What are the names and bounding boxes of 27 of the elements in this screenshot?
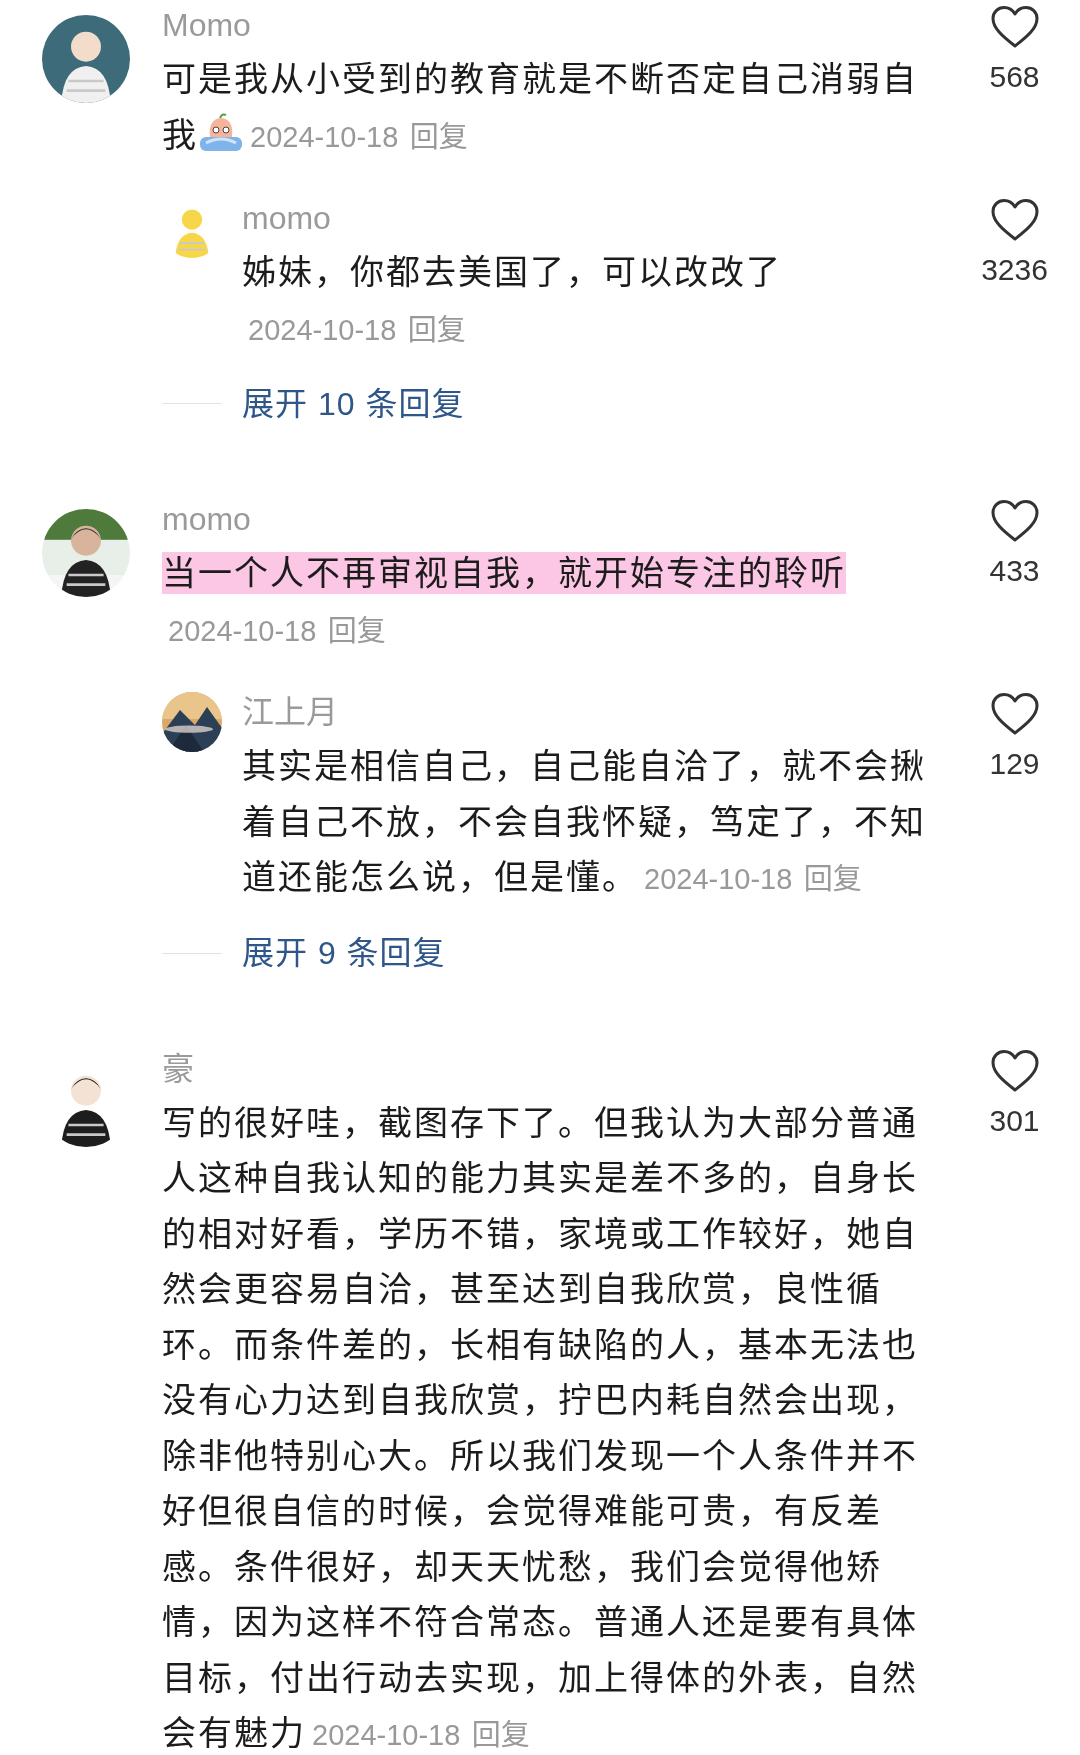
like-count: 433	[989, 553, 1040, 589]
expand-replies-link[interactable]: 展开 9 条回复	[242, 929, 446, 977]
username[interactable]: Momo	[162, 5, 251, 45]
like-count: 301	[989, 1102, 1040, 1139]
comment-text: 姊妹，你都去美国了，可以改改了 2024-10-18 回复	[242, 252, 783, 348]
heart-icon[interactable]	[989, 5, 1040, 49]
comment-text: 写的很好哇，截图存下了。但我认为大部分普通人这种自我认知的能力其实是差不多的，自身长的相对好看，学历不错，家境或工作较好，她自然会更容易自洽，甚至达到自我欣赏，良性循环。而条件差的，长相有缺陷的人，基本无法也没有心力达到自我欣赏，拧巴内耗自然会出现，除非他特别心大。所以我们发现一个人条件并不好但很自信的时候，会觉得难能可贵，有反差感。条件很好，却天天忧愁，我们会觉得他矫情，因为这样不符合常态。普通人还是要有具体目标，付出行动去实现，加上得体的外表，自然会有魅力 2024-10-18 回复	[162, 1102, 919, 1754]
comment-text: 其实是相信自己，自己能自洽了，就不会揪着自己不放，不会自我怀疑，笃定了，不知道还能怎么说，但是懂。 2024-10-18 回复	[242, 746, 927, 898]
username[interactable]: 江上月	[242, 692, 338, 732]
heart-icon[interactable]	[989, 198, 1040, 242]
comment-text: 可是我从小受到的教育就是不断否定自己消弱自我 2024-10-18 回复	[162, 59, 919, 156]
like-count: 568	[989, 59, 1040, 95]
like-count: 129	[989, 746, 1040, 782]
heart-icon[interactable]	[989, 499, 1040, 543]
reply-link[interactable]: 回复	[409, 120, 468, 153]
username[interactable]: 豪	[162, 1048, 194, 1089]
heart-icon[interactable]	[989, 1048, 1040, 1093]
expand-replies-link[interactable]: 展开 10 条回复	[242, 379, 465, 428]
reply-link[interactable]: 回复	[471, 1719, 530, 1751]
reply-link[interactable]: 回复	[327, 614, 386, 647]
heart-icon[interactable]	[989, 692, 1040, 736]
comment-text: 当一个人不再审视自我，就开始专注的聆听 2024-10-18 回复	[162, 551, 847, 649]
reply-link[interactable]: 回复	[803, 863, 862, 895]
username[interactable]: momo	[162, 499, 251, 539]
like-count: 3236	[981, 252, 1048, 288]
username[interactable]: momo	[242, 198, 331, 238]
reply-link[interactable]: 回复	[407, 313, 466, 346]
